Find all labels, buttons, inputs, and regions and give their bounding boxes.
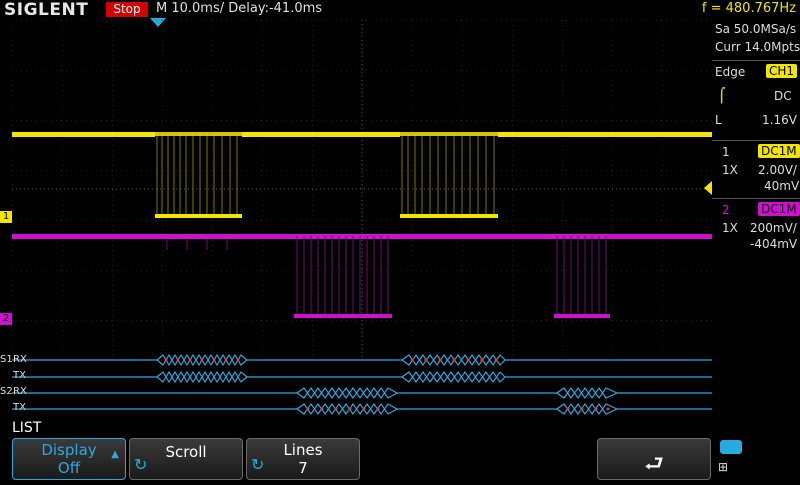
bus-s1-rx-label: RX xyxy=(13,354,27,365)
ch2-scale: 200mV/ xyxy=(750,221,797,235)
waveform-display[interactable] xyxy=(12,20,712,418)
memory-depth: Curr 14.0Mpts xyxy=(715,40,800,54)
menu-title: LIST xyxy=(12,420,42,436)
bus-s2-rx-label: RX xyxy=(13,386,27,397)
ch1-probe: 1X xyxy=(722,163,738,177)
knob-icon: ↻ xyxy=(251,455,265,474)
knob-icon: ↻ xyxy=(134,455,148,474)
ch1-coupling-badge: DC1M xyxy=(758,144,800,158)
back-softkey[interactable]: ⮐ xyxy=(597,438,711,480)
trigger-coupling: DC xyxy=(774,89,792,103)
arrow-up-icon: ▲ xyxy=(111,449,119,460)
trigger-level: 1.16V xyxy=(762,113,797,127)
bus-s1-tx-label: TX xyxy=(13,370,26,381)
timebase-readout[interactable]: M 10.0ms/ Delay:-41.0ms xyxy=(156,1,322,16)
bus-byte-markers xyxy=(164,358,610,411)
display-softkey[interactable]: Display Off ▲ xyxy=(12,438,126,480)
bus-s2-label: S2 xyxy=(0,386,13,397)
display-label: Display xyxy=(41,441,97,459)
brand-logo: SIGLENT xyxy=(4,0,89,20)
rising-edge-icon: ⌠ xyxy=(718,88,726,104)
ch2-number: 2 xyxy=(722,203,730,217)
ch2-settings-box[interactable]: 2 DC1M 1X 200mV/ -404mV xyxy=(712,198,800,255)
display-value: Off xyxy=(57,459,81,477)
trigger-box[interactable]: Edge CH1 ⌠ DC L 1.16V xyxy=(712,60,800,133)
bus-decode-s1 xyxy=(12,353,712,384)
trigger-type: Edge xyxy=(715,65,746,79)
lines-softkey[interactable]: ↻ Lines 7 xyxy=(246,438,360,480)
frequency-counter: f = 480.767Hz xyxy=(701,1,796,16)
return-arrow-icon: ⮐ xyxy=(644,452,664,477)
info-panel: Sa 50.0MSa/s Curr 14.0Mpts Edge CH1 ⌠ DC… xyxy=(712,20,800,418)
bus-s2-tx-label: TX xyxy=(13,402,26,413)
network-status-icon: ⊞ xyxy=(718,440,744,478)
trigger-level-marker[interactable] xyxy=(704,181,712,195)
ch1-number: 1 xyxy=(722,145,730,159)
ch1-offset: 40mV xyxy=(764,179,800,193)
sample-rate: Sa 50.0MSa/s xyxy=(715,22,797,36)
bus-s1-label: S1 xyxy=(0,354,13,365)
ch1-settings-box[interactable]: 1 DC1M 1X 2.00V/ 40mV xyxy=(712,140,800,197)
ch2-probe: 1X xyxy=(722,221,738,235)
ch2-offset-marker[interactable]: 2 xyxy=(0,313,12,325)
trigger-level-label: L xyxy=(715,113,722,127)
top-status-bar: SIGLENT Stop M 10.0ms/ Delay:-41.0ms f =… xyxy=(0,0,800,20)
ch2-offset: -404mV xyxy=(750,237,798,251)
ch1-offset-marker[interactable]: 1 xyxy=(0,211,12,223)
ch1-scale: 2.00V/ xyxy=(758,163,797,177)
scroll-softkey[interactable]: ↻ Scroll xyxy=(129,438,243,480)
ch2-coupling-badge: DC1M xyxy=(758,202,800,216)
run-stop-status[interactable]: Stop xyxy=(106,2,148,17)
trigger-source-badge: CH1 xyxy=(766,64,798,78)
